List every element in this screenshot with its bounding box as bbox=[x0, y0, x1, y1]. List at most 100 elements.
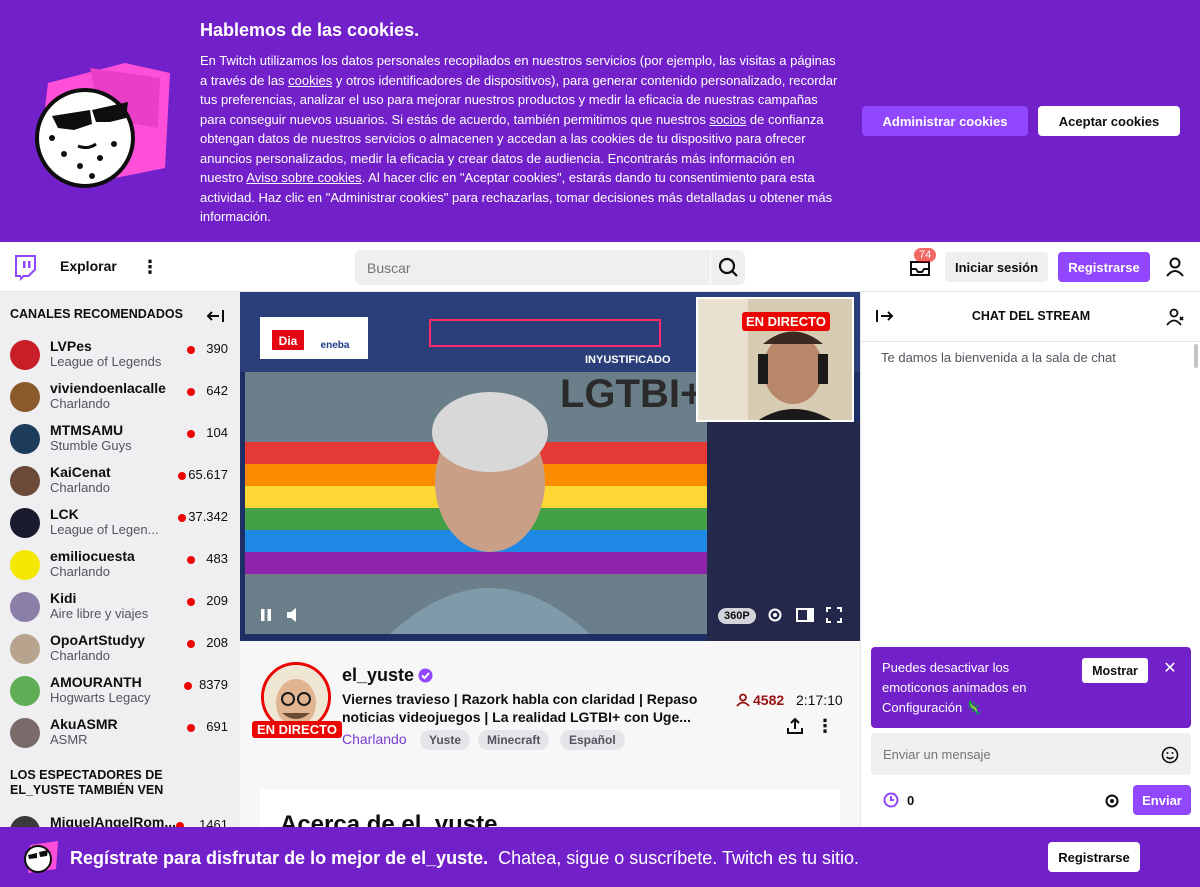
more-options-icon[interactable]: ⋮ bbox=[816, 717, 834, 735]
volume-icon[interactable] bbox=[285, 607, 303, 623]
sidebar-channel-lvpes[interactable]: LVPes League of Legends 390 bbox=[0, 334, 240, 376]
cookies-link[interactable]: cookies bbox=[288, 73, 332, 88]
login-button[interactable]: Iniciar sesión bbox=[945, 252, 1048, 282]
community-users-icon[interactable] bbox=[1166, 307, 1186, 327]
emote-notice: Puedes desactivar los emoticonos animado… bbox=[871, 647, 1191, 728]
explore-link[interactable]: Explorar bbox=[60, 258, 117, 274]
sidebar-channel-akuasmr[interactable]: AkuASMR ASMR 691 bbox=[0, 712, 240, 754]
theatre-mode-icon[interactable] bbox=[796, 608, 814, 622]
channel-category: Aire libre y viajes bbox=[50, 606, 149, 621]
video-player[interactable]: Dia eneba LGTBI+ EN DIRECTO INYUSTIFICAD… bbox=[240, 292, 860, 641]
live-indicator-icon bbox=[187, 388, 195, 396]
cookie-notice-link[interactable]: Aviso sobre cookies bbox=[246, 170, 361, 185]
signup-button[interactable]: Registrarse bbox=[1058, 252, 1150, 282]
verified-icon bbox=[418, 668, 433, 683]
channel-avatar bbox=[10, 634, 40, 664]
channel-category: League of Legen... bbox=[50, 522, 159, 537]
channel-avatar bbox=[10, 550, 40, 580]
live-indicator-icon bbox=[187, 724, 195, 732]
streamer-name[interactable]: el_yuste bbox=[342, 665, 414, 686]
live-indicator-icon bbox=[187, 640, 195, 648]
channel-avatar bbox=[10, 340, 40, 370]
chat-settings-icon[interactable] bbox=[1103, 792, 1121, 810]
emoji-picker-icon[interactable] bbox=[1161, 746, 1179, 764]
sidebar-channel-kaicenat[interactable]: KaiCenat Charlando 65.617 bbox=[0, 460, 240, 502]
channel-viewers: 37.342 bbox=[188, 509, 228, 524]
sidebar-channel-viviendoenlacalle[interactable]: viviendoenlacalle Charlando 642 bbox=[0, 376, 240, 418]
channel-name: emiliocuesta bbox=[50, 548, 135, 564]
sidebar-channel-emiliocuesta[interactable]: emiliocuesta Charlando 483 bbox=[0, 544, 240, 586]
search-button[interactable] bbox=[711, 250, 745, 285]
manage-cookies-button[interactable]: Administrar cookies bbox=[862, 106, 1028, 136]
stream-category-link[interactable]: Charlando bbox=[342, 731, 407, 747]
cookie-title: Hablemos de las cookies. bbox=[200, 20, 420, 40]
channel-avatar bbox=[10, 592, 40, 622]
collapse-sidebar-icon[interactable] bbox=[205, 308, 225, 324]
partners-link[interactable]: socios bbox=[709, 112, 746, 127]
channel-category: Charlando bbox=[50, 396, 110, 411]
channel-name: viviendoenlacalle bbox=[50, 380, 166, 396]
live-badge: EN DIRECTO bbox=[252, 721, 342, 738]
show-button[interactable]: Mostrar bbox=[1082, 658, 1148, 683]
channel-name: OpoArtStudyy bbox=[50, 632, 145, 648]
sidebar-channel-mtmsamu[interactable]: MTMSAMU Stumble Guys 104 bbox=[0, 418, 240, 460]
about-title: Acerca de el_yuste bbox=[280, 811, 498, 827]
live-indicator-icon bbox=[184, 682, 192, 690]
channel-points-icon[interactable] bbox=[883, 792, 899, 808]
accept-cookies-button[interactable]: Aceptar cookies bbox=[1038, 106, 1180, 136]
sidebar-channel-partial[interactable]: MiguelAngelRom... 1461 bbox=[0, 810, 240, 827]
bottom-signup-button[interactable]: Registrarse bbox=[1048, 842, 1140, 872]
channel-name: AMOURANTH bbox=[50, 674, 142, 690]
channel-viewers: 104 bbox=[206, 425, 228, 440]
sidebar-channel-opoartstudyy[interactable]: OpoArtStudyy Charlando 208 bbox=[0, 628, 240, 670]
pause-icon[interactable] bbox=[258, 607, 274, 623]
chat-message-input[interactable] bbox=[871, 733, 1191, 775]
channel-name: LCK bbox=[50, 506, 79, 522]
cookie-mascot-icon bbox=[35, 63, 170, 188]
overlay-handle: INYUSTIFICADO bbox=[585, 354, 671, 366]
cookie-body: En Twitch utilizamos los datos personale… bbox=[200, 53, 838, 224]
channel-category: Hogwarts Legacy bbox=[50, 690, 151, 705]
settings-gear-icon[interactable] bbox=[766, 606, 784, 624]
user-menu-icon[interactable] bbox=[1165, 256, 1185, 278]
sidebar-channel-lck[interactable]: LCK League of Legen... 37.342 bbox=[0, 502, 240, 544]
signup-banner-text: Regístrate para disfrutar de lo mejor de… bbox=[70, 848, 860, 868]
live-indicator-icon bbox=[187, 598, 195, 606]
viewers-also-watch-heading: LOS ESPECTADORES DE EL_YUSTE TAMBIÉN VEN bbox=[10, 768, 164, 797]
viewer-count: 4582 bbox=[753, 692, 785, 708]
channel-avatar bbox=[10, 676, 40, 706]
sidebar-channel-kidi[interactable]: Kidi Aire libre y viajes 209 bbox=[0, 586, 240, 628]
tag-espanol[interactable]: Español bbox=[560, 730, 625, 750]
close-icon[interactable]: ✕ bbox=[1161, 660, 1179, 678]
tag-minecraft[interactable]: Minecraft bbox=[478, 730, 550, 750]
stream-info: EN DIRECTO el_yuste Viernes travieso | R… bbox=[240, 641, 860, 827]
live-indicator-icon bbox=[178, 514, 186, 522]
channel-category: League of Legends bbox=[50, 354, 162, 369]
about-panel: Acerca de el_yuste bbox=[260, 789, 840, 827]
sidebar-channel-amouranth[interactable]: AMOURANTH Hogwarts Legacy 8379 bbox=[0, 670, 240, 712]
streamer-avatar-image bbox=[264, 665, 328, 729]
twitch-logo-icon[interactable] bbox=[12, 254, 38, 282]
channel-viewers: 483 bbox=[206, 551, 228, 566]
fullscreen-icon[interactable] bbox=[826, 607, 842, 623]
search-input[interactable] bbox=[355, 250, 710, 285]
chat-scrollbar[interactable] bbox=[1194, 344, 1198, 368]
more-options-icon[interactable]: ⋮ bbox=[140, 255, 160, 279]
channel-category: Charlando bbox=[50, 648, 110, 663]
share-icon[interactable] bbox=[786, 717, 804, 735]
search-icon bbox=[718, 257, 738, 277]
channel-viewers: 209 bbox=[206, 593, 228, 608]
channel-avatar bbox=[10, 382, 40, 412]
live-indicator-icon bbox=[178, 472, 186, 480]
channel-viewers: 691 bbox=[206, 719, 228, 734]
send-button[interactable]: Enviar bbox=[1133, 785, 1191, 815]
stream-title: Viernes travieso | Razork habla con clar… bbox=[342, 691, 698, 725]
chat-header: CHAT DEL STREAM bbox=[861, 292, 1200, 342]
recommended-channels-heading: CANALES RECOMENDADOS bbox=[10, 307, 183, 321]
channel-avatar bbox=[10, 466, 40, 496]
channel-viewers: 1461 bbox=[199, 817, 228, 827]
svg-text:LGTBI+: LGTBI+ bbox=[560, 372, 703, 416]
svg-text:eneba: eneba bbox=[321, 340, 350, 351]
channel-viewers: 208 bbox=[206, 635, 228, 650]
tag-yuste[interactable]: Yuste bbox=[420, 730, 471, 750]
